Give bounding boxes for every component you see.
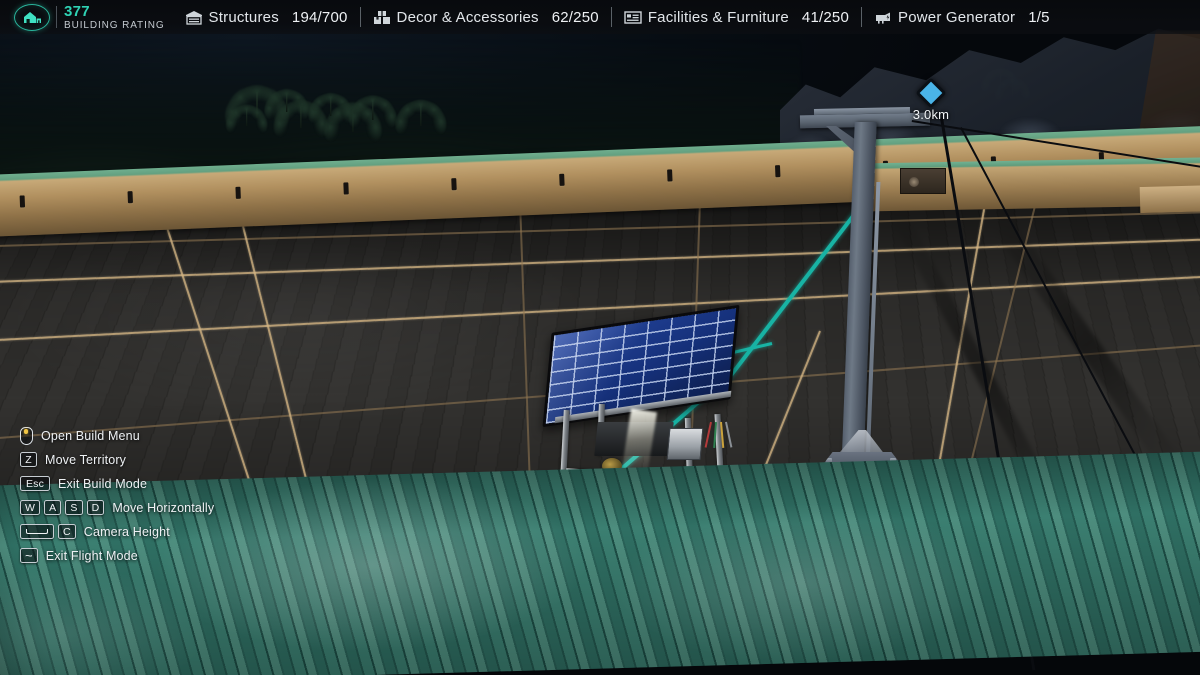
counter-structures-label: Structures (208, 8, 279, 26)
counter-structures[interactable]: Structures 194/700 (185, 0, 348, 34)
control-hints-panel: Open Build Menu Z Move Territory Esc Exi… (20, 426, 280, 570)
wiring-harness (704, 421, 738, 458)
key-spacebar (20, 524, 54, 539)
counter-decor[interactable]: Decor & Accessories 62/250 (373, 0, 599, 34)
power-generator-icon (876, 12, 891, 24)
building-rating-label: BUILDING RATING (64, 19, 165, 31)
mouse-wheel-icon (20, 426, 33, 445)
key-c: C (58, 524, 76, 539)
key-group-z: Z (20, 452, 37, 467)
key-group-esc: Esc (20, 476, 50, 491)
hud-counters: Structures 194/700 Decor & Accessories 6… (185, 0, 1050, 34)
hud-divider-3 (861, 7, 863, 27)
hint-open-build-menu-label: Open Build Menu (41, 428, 140, 443)
key-d: D (86, 500, 105, 515)
counter-power-generator[interactable]: Power Generator 1/5 (874, 0, 1050, 34)
hint-move-territory: Z Move Territory (20, 450, 280, 469)
key-s: S (65, 500, 83, 515)
key-esc: Esc (20, 476, 50, 491)
hint-exit-build-mode: Esc Exit Build Mode (20, 474, 280, 493)
hud-divider-1 (359, 7, 361, 27)
key-group-space-c: C (20, 524, 76, 539)
counter-power-generator-value: 1/5 (1028, 8, 1050, 26)
hint-open-build-menu: Open Build Menu (20, 426, 280, 445)
building-rating-house-icon (8, 2, 54, 32)
hint-exit-flight-mode-label: Exit Flight Mode (45, 548, 138, 563)
house-glyph (24, 12, 41, 23)
building-rating-text: 377 BUILDING RATING (64, 4, 165, 31)
hint-move-territory-label: Move Territory (45, 452, 127, 467)
pole-shaft (841, 122, 877, 472)
counter-facilities-label: Facilities & Furniture (647, 8, 789, 26)
hud-top-bar: 377 BUILDING RATING Structures 194/700 D… (0, 0, 1200, 34)
wall-segment-far-right (1139, 184, 1200, 214)
hint-move-horizontally: W A S D Move Horizontally (20, 498, 280, 517)
counter-decor-value: 62/250 (551, 8, 599, 26)
waypoint-diamond-icon (915, 77, 947, 109)
hud-divider-2 (610, 7, 612, 27)
waypoint-distance-label: 3.0km (912, 107, 950, 122)
game-world-viewport[interactable] (0, 0, 1200, 675)
counter-decor-label: Decor & Accessories (396, 8, 539, 26)
counter-facilities-value: 41/250 (801, 8, 850, 26)
battery-box (666, 428, 704, 460)
hint-exit-build-mode-label: Exit Build Mode (58, 476, 148, 491)
decor-box-icon (373, 10, 390, 24)
hint-camera-height-label: Camera Height (83, 524, 170, 539)
counter-structures-value: 194/700 (291, 8, 348, 26)
key-w: W (20, 500, 41, 515)
waypoint-marker[interactable]: 3.0km (903, 77, 959, 126)
hint-camera-height: C Camera Height (20, 522, 280, 541)
key-z: Z (20, 452, 37, 467)
counter-facilities[interactable]: Facilities & Furniture 41/250 (624, 0, 849, 34)
building-rating-value: 377 (64, 2, 90, 20)
key-tilde: ~ (20, 548, 38, 563)
hint-move-horizontally-label: Move Horizontally (112, 500, 215, 515)
hint-exit-flight-mode: ~ Exit Flight Mode (20, 546, 280, 565)
building-rating-widget: 377 BUILDING RATING (0, 0, 165, 34)
key-a: A (44, 500, 62, 515)
structures-icon (185, 10, 202, 25)
facilities-icon (624, 10, 642, 24)
counter-power-generator-label: Power Generator (898, 8, 1016, 26)
key-group-wasd: W A S D (20, 500, 105, 515)
rating-divider (56, 6, 57, 28)
utility-power-pole[interactable] (790, 100, 1020, 490)
game-screen: 377 BUILDING RATING Structures 194/700 D… (0, 0, 1200, 675)
key-group-tilde: ~ (20, 548, 38, 563)
